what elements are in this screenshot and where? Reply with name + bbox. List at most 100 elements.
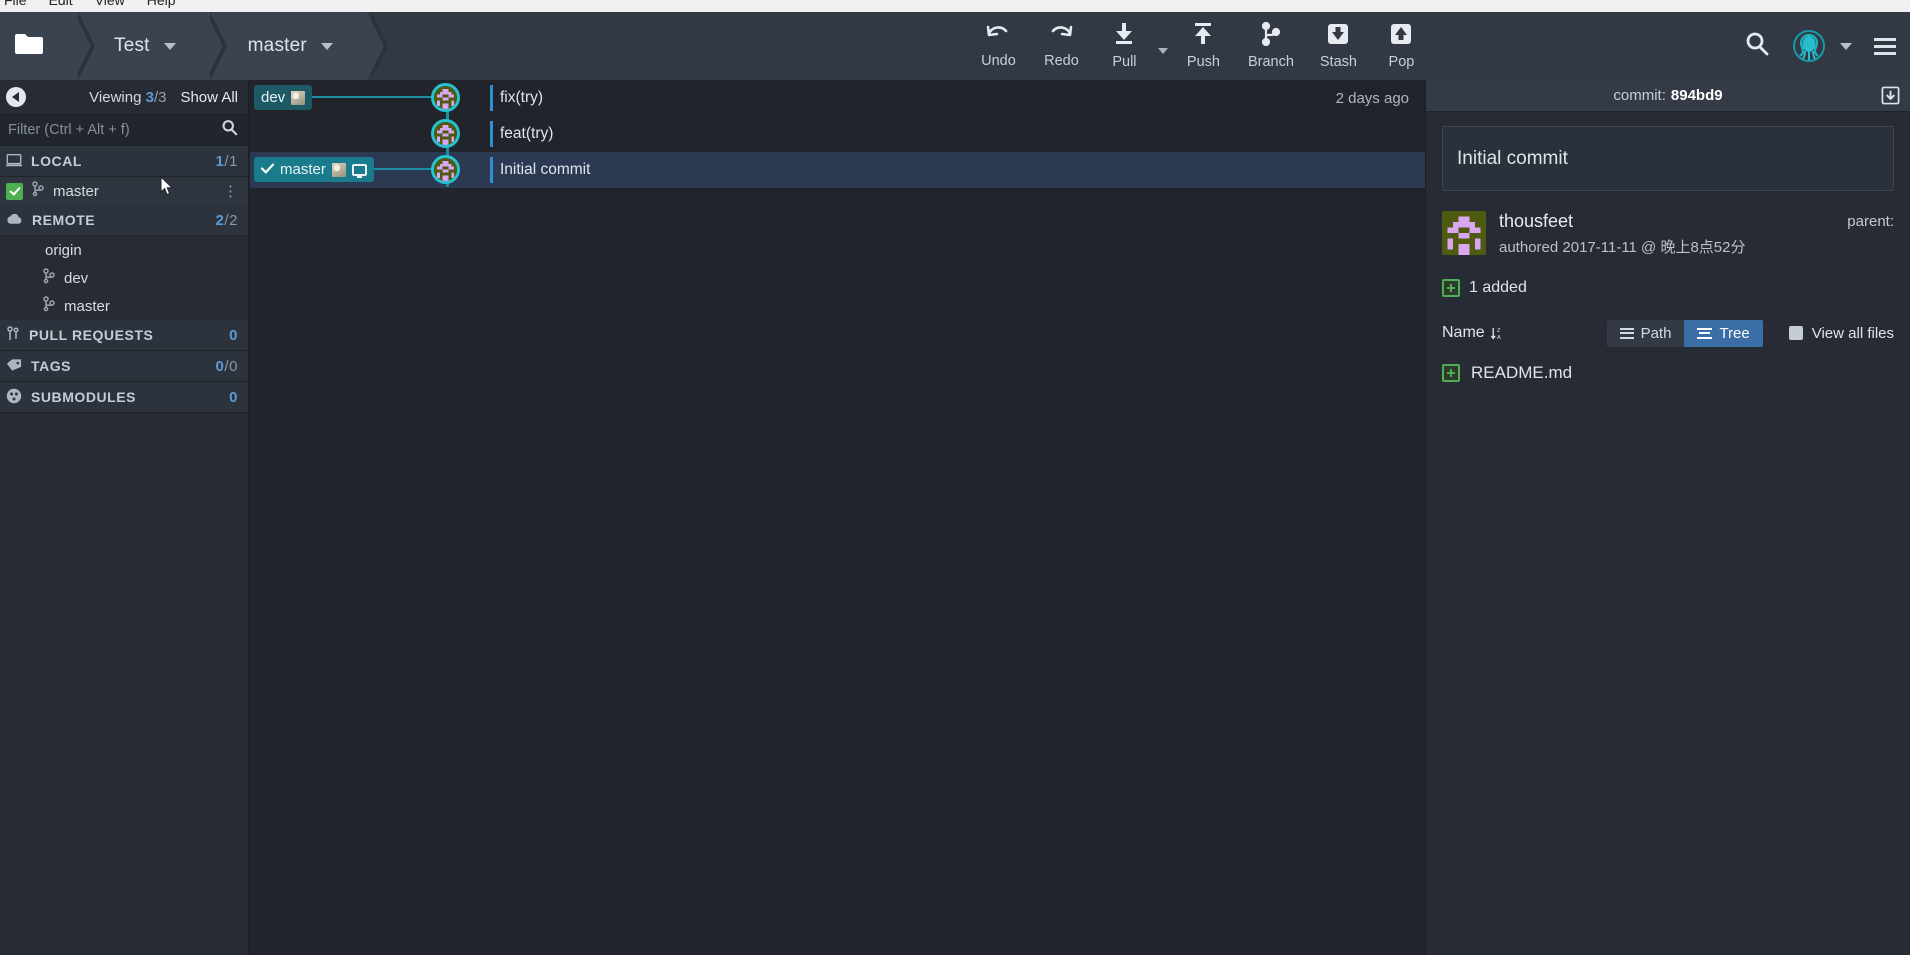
view-all-files-label: View all files [1811,324,1894,342]
path-label: Path [1640,324,1672,342]
ref-chip-dev[interactable]: dev [254,85,313,110]
checkmark-icon [260,161,275,178]
sidebar-section-local[interactable]: LOCAL 1/1 [0,146,248,177]
pop-icon [1389,22,1413,51]
pull-icon [1111,22,1137,51]
sidebar-item-remote-dev[interactable]: dev [0,264,248,292]
commit-node-avatar[interactable] [431,155,460,184]
pull-request-icon [6,325,20,345]
redo-button[interactable]: Redo [1030,12,1093,80]
branch-label: Branch [1247,54,1294,70]
pull-options-caret-icon[interactable] [1157,48,1168,54]
save-patch-icon[interactable] [1881,86,1900,109]
pull-button[interactable]: Pull [1093,12,1156,80]
push-button[interactable]: Push [1172,12,1235,80]
commit-detail-panel: commit: 894bd9 Initial commit thousfeet … [1425,80,1910,955]
search-input[interactable] [8,122,221,138]
view-mode-toggle: Path Tree [1606,319,1763,347]
collapse-left-icon[interactable] [6,87,26,107]
commit-row[interactable]: dev fix(try) 2 days ago [250,80,1425,116]
pull-label: Pull [1112,54,1137,70]
search-icon[interactable] [1744,31,1770,62]
search-icon[interactable] [221,119,238,141]
svg-text:Z: Z [1497,328,1501,334]
viewing-label: Viewing [89,88,142,106]
tags-count: 0/0 [215,357,238,375]
redo-label: Redo [1044,53,1079,69]
account-chevron-down-icon[interactable] [1840,42,1852,50]
menu-item-help[interactable]: Help [147,0,176,8]
branch-icon [1260,21,1282,51]
viewing-counter: Viewing 3/3 [89,88,167,106]
sidebar-section-remote[interactable]: REMOTE 2/2 [0,205,248,236]
checkbox-icon[interactable] [1788,326,1803,340]
show-all-button[interactable]: Show All [180,89,238,106]
commit-author-row: thousfeet authored 2017-11-11 @ 晚上8点52分 … [1442,211,1894,257]
current-branch-name: master [247,35,307,56]
local-monitor-icon [351,163,367,178]
tab-path[interactable]: Path [1606,319,1685,347]
gitkraken-logo-icon[interactable] [1792,29,1826,63]
file-list-header: Name Z A Path Tree View all files [1442,319,1894,347]
repo-name: Test [114,35,150,56]
commit-row[interactable]: feat(try) [250,116,1425,152]
cloud-icon [6,212,23,228]
mouse-cursor [160,175,174,201]
ref-label: master [280,161,326,178]
branch-context-menu-icon[interactable]: ⋮ [223,184,238,199]
name-sort-button[interactable]: Name Z A [1442,324,1503,342]
pop-button[interactable]: Pop [1370,12,1433,80]
menu-item-file[interactable]: File [4,0,27,8]
view-all-files-checkbox[interactable]: View all files [1788,324,1894,342]
sidebar-section-local-label: LOCAL [31,153,82,169]
open-repo-button[interactable] [0,12,95,80]
tab-tree[interactable]: Tree [1684,319,1763,347]
sidebar-section-pull-requests[interactable]: PULL REQUESTS 0 [0,320,248,351]
left-sidebar: Viewing 3/3 Show All LOCAL 1/1 [0,80,249,955]
branch-button[interactable]: Branch [1235,12,1307,80]
sidebar-item-remote-master[interactable]: master [0,292,248,320]
branch-icon [42,296,56,316]
list-item[interactable]: README.md [1442,363,1894,383]
undo-label: Undo [981,53,1016,69]
chevron-down-icon [163,42,176,50]
name-column-label: Name [1442,324,1485,341]
submodules-count: 0 [229,388,238,406]
pop-label: Pop [1388,54,1415,70]
commit-message-text: Initial commit [1457,147,1568,169]
branch-selector[interactable]: master [205,12,388,80]
menu-item-edit[interactable]: Edit [49,0,73,8]
sidebar-section-tags[interactable]: TAGS 0/0 [0,351,248,382]
added-count-label: 1 added [1469,279,1527,296]
sidebar-section-pr-label: PULL REQUESTS [29,327,154,343]
files-added-summary: 1 added [1442,279,1894,297]
sidebar-item-local-master[interactable]: master ⋮ [0,177,248,205]
commit-sha-label: commit: [1613,87,1666,104]
sidebar-item-remote-origin[interactable]: origin [0,236,248,264]
stash-button[interactable]: Stash [1307,12,1370,80]
chevron-down-icon [320,42,333,50]
sidebar-item-label: master [64,297,110,315]
menu-item-view[interactable]: View [95,0,125,8]
identicon-icon [1442,211,1486,255]
sidebar-section-tags-label: TAGS [31,358,72,374]
identicon-icon [434,122,457,145]
sidebar-filter[interactable] [0,114,248,146]
commit-node-avatar[interactable] [431,83,460,112]
ref-chip-master[interactable]: master [254,157,374,182]
sidebar-section-submodules-label: SUBMODULES [31,389,137,405]
commit-row[interactable]: master Initial commit [250,152,1425,188]
file-added-icon [1442,364,1460,382]
commit-sha: 894bd9 [1670,87,1723,104]
commit-row-divider [490,157,493,183]
viewing-current: 3 [145,88,154,106]
checked-out-checkbox-icon[interactable] [6,182,23,200]
push-icon [1190,22,1216,51]
undo-button[interactable]: Undo [967,12,1030,80]
sidebar-section-remote-label: REMOTE [32,212,96,228]
commit-node-avatar[interactable] [431,119,460,148]
author-meta: thousfeet authored 2017-11-11 @ 晚上8点52分 [1499,211,1745,257]
sidebar-section-submodules[interactable]: SUBMODULES 0 [0,382,248,413]
hamburger-menu-icon[interactable] [1874,37,1896,55]
tree-label: Tree [1719,324,1750,342]
